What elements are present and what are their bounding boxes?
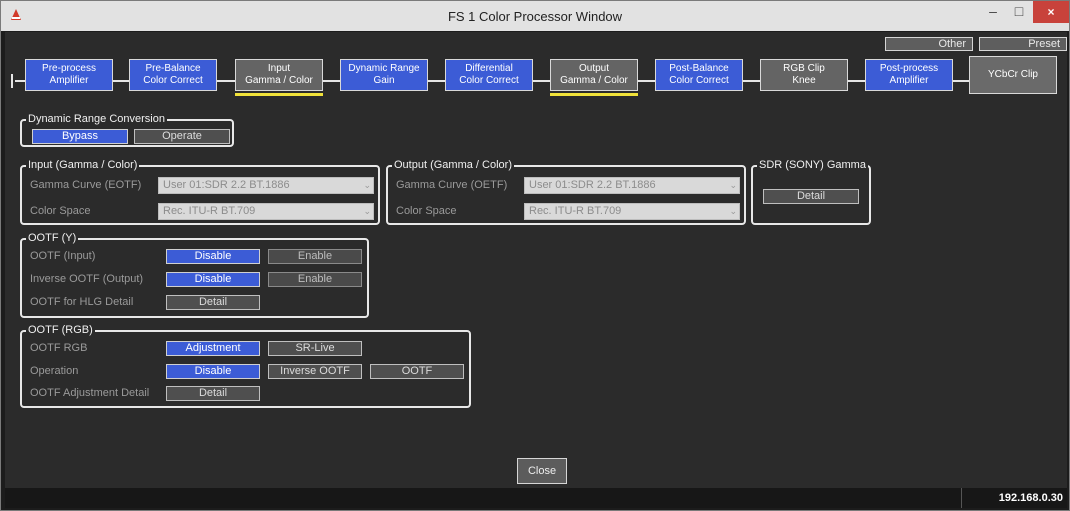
stage-label-line1: RGB Clip: [783, 63, 825, 74]
inverse-ootf-output-label: Inverse OOTF (Output): [30, 273, 144, 285]
chevron-down-icon: ⌄: [729, 206, 737, 216]
select-value: Rec. ITU-R BT.709: [163, 205, 256, 217]
chevron-down-icon: ⌄: [729, 180, 737, 190]
group-title: OOTF (RGB): [26, 324, 95, 337]
operation-disable-button[interactable]: Disable: [166, 364, 260, 379]
sdr-detail-button[interactable]: Detail: [763, 189, 859, 204]
stage-output-gamma-color[interactable]: Output Gamma / Color: [550, 59, 638, 96]
stage-differential-color-correct[interactable]: Differential Color Correct: [445, 59, 533, 91]
stage-label-line2: Gain: [373, 75, 395, 86]
operate-button[interactable]: Operate: [134, 129, 230, 144]
stage-label-line2: Color Correct: [669, 75, 729, 86]
window-title: FS 1 Color Processor Window: [447, 9, 623, 24]
bypass-button[interactable]: Bypass: [32, 129, 128, 144]
chevron-down-icon: ⌄: [363, 206, 371, 216]
input-gamma-color-group: Input (Gamma / Color) Gamma Curve (EOTF)…: [20, 159, 380, 225]
stage-label-line1: Differential: [465, 63, 513, 74]
minimize-button[interactable]: –: [981, 1, 1005, 23]
stage-input-gamma-color[interactable]: Input Gamma / Color: [235, 59, 323, 96]
maximize-button[interactable]: □: [1007, 1, 1031, 23]
stage-pre-process-amplifier[interactable]: Pre-process Amplifier: [25, 59, 113, 91]
ootf-input-label: OOTF (Input): [30, 250, 96, 262]
ootf-sr-live-button[interactable]: SR-Live: [268, 341, 362, 356]
stage-label-line2: Color Correct: [143, 75, 203, 86]
inverse-ootf-enable-button[interactable]: Enable: [268, 272, 362, 287]
color-processor-window: FS 1 Color Processor Window – □ × Other …: [0, 0, 1070, 511]
input-color-space-select[interactable]: Rec. ITU-R BT.709 ⌄: [158, 203, 374, 220]
stage-label-line1: YCbCr Clip: [987, 69, 1038, 80]
stage-post-balance-color-correct[interactable]: Post-Balance Color Correct: [655, 59, 743, 91]
select-value: User 01:SDR 2.2 BT.1886: [163, 179, 290, 191]
ip-address: 192.168.0.30: [961, 488, 1067, 508]
color-space-label: Color Space: [396, 205, 457, 217]
ootf-rgb-label: OOTF RGB: [30, 342, 88, 354]
stage-label-line1: Pre-process: [42, 63, 96, 74]
stage-rgb-clip-knee[interactable]: RGB Clip Knee: [760, 59, 848, 91]
ootf-adjustment-detail-label: OOTF Adjustment Detail: [30, 387, 150, 399]
output-gamma-color-group: Output (Gamma / Color) Gamma Curve (OETF…: [386, 159, 746, 225]
group-title: SDR (SONY) Gamma: [757, 159, 868, 172]
stage-label-line2: Color Correct: [459, 75, 519, 86]
gamma-curve-oetf-select[interactable]: User 01:SDR 2.2 BT.1886 ⌄: [524, 177, 740, 194]
group-title: Output (Gamma / Color): [392, 159, 514, 172]
select-value: User 01:SDR 2.2 BT.1886: [529, 179, 656, 191]
close-window-button[interactable]: ×: [1033, 1, 1069, 23]
other-button[interactable]: Other: [885, 37, 973, 51]
stage-label-line2: Gamma / Color: [245, 75, 313, 86]
ootf-hlg-detail-label: OOTF for HLG Detail: [30, 296, 134, 308]
stage-dynamic-range-gain[interactable]: Dynamic Range Gain: [340, 59, 428, 91]
gamma-curve-eotf-label: Gamma Curve (EOTF): [30, 179, 142, 191]
group-title: OOTF (Y): [26, 232, 79, 245]
stage-label-line1: Post-process: [879, 63, 939, 74]
ootf-input-disable-button[interactable]: Disable: [166, 249, 260, 264]
gamma-curve-oetf-label: Gamma Curve (OETF): [396, 179, 508, 191]
operation-ootf-button[interactable]: OOTF: [370, 364, 464, 379]
stage-label-line2: Knee: [792, 75, 816, 86]
client-area: Other Preset Pre-process Amplifier Pre-B…: [5, 32, 1067, 508]
color-space-label: Color Space: [30, 205, 91, 217]
inverse-ootf-disable-button[interactable]: Disable: [166, 272, 260, 287]
dynamic-range-conversion-group: Dynamic Range Conversion Bypass Operate: [20, 113, 234, 147]
stage-label-line2: Amplifier: [49, 75, 89, 86]
stage-post-process-amplifier[interactable]: Post-process Amplifier: [865, 59, 953, 91]
stage-label-line1: Dynamic Range: [348, 63, 420, 74]
group-title: Input (Gamma / Color): [26, 159, 140, 172]
select-value: Rec. ITU-R BT.709: [529, 205, 622, 217]
stage-label-line2: Amplifier: [889, 75, 929, 86]
selected-indicator: [235, 93, 323, 96]
operation-label: Operation: [30, 365, 79, 377]
gamma-curve-eotf-select[interactable]: User 01:SDR 2.2 BT.1886 ⌄: [158, 177, 374, 194]
operation-inverse-ootf-button[interactable]: Inverse OOTF: [268, 364, 362, 379]
stage-pre-balance-color-correct[interactable]: Pre-Balance Color Correct: [129, 59, 217, 91]
stage-label-line2: Gamma / Color: [560, 75, 628, 86]
ootf-rgb-group: OOTF (RGB) OOTF RGB Adjustment SR-Live O…: [20, 324, 471, 408]
stage-label-line1: Output: [578, 63, 610, 74]
sdr-sony-gamma-group: SDR (SONY) Gamma Detail: [751, 159, 871, 225]
preset-button[interactable]: Preset: [979, 37, 1067, 51]
output-color-space-select[interactable]: Rec. ITU-R BT.709 ⌄: [524, 203, 740, 220]
ootf-input-enable-button[interactable]: Enable: [268, 249, 362, 264]
stage-label-line1: Post-Balance: [669, 63, 729, 74]
chevron-down-icon: ⌄: [363, 180, 371, 190]
stage-label-line1: Input: [267, 63, 291, 74]
title-bar: FS 1 Color Processor Window – □ ×: [1, 1, 1069, 31]
group-title: Dynamic Range Conversion: [26, 113, 167, 126]
ootf-adjustment-detail-button[interactable]: Detail: [166, 386, 260, 401]
flow-start-cap: [11, 74, 13, 88]
stage-label-line1: Pre-Balance: [145, 63, 201, 74]
ootf-adjustment-button[interactable]: Adjustment: [166, 341, 260, 356]
close-button[interactable]: Close: [517, 458, 567, 484]
selected-indicator: [550, 93, 638, 96]
ootf-y-group: OOTF (Y) OOTF (Input) Disable Enable Inv…: [20, 232, 369, 318]
ootf-hlg-detail-button[interactable]: Detail: [166, 295, 260, 310]
stage-ycbcr-clip[interactable]: YCbCr Clip: [969, 56, 1057, 94]
status-bar: 192.168.0.30: [5, 488, 1067, 508]
